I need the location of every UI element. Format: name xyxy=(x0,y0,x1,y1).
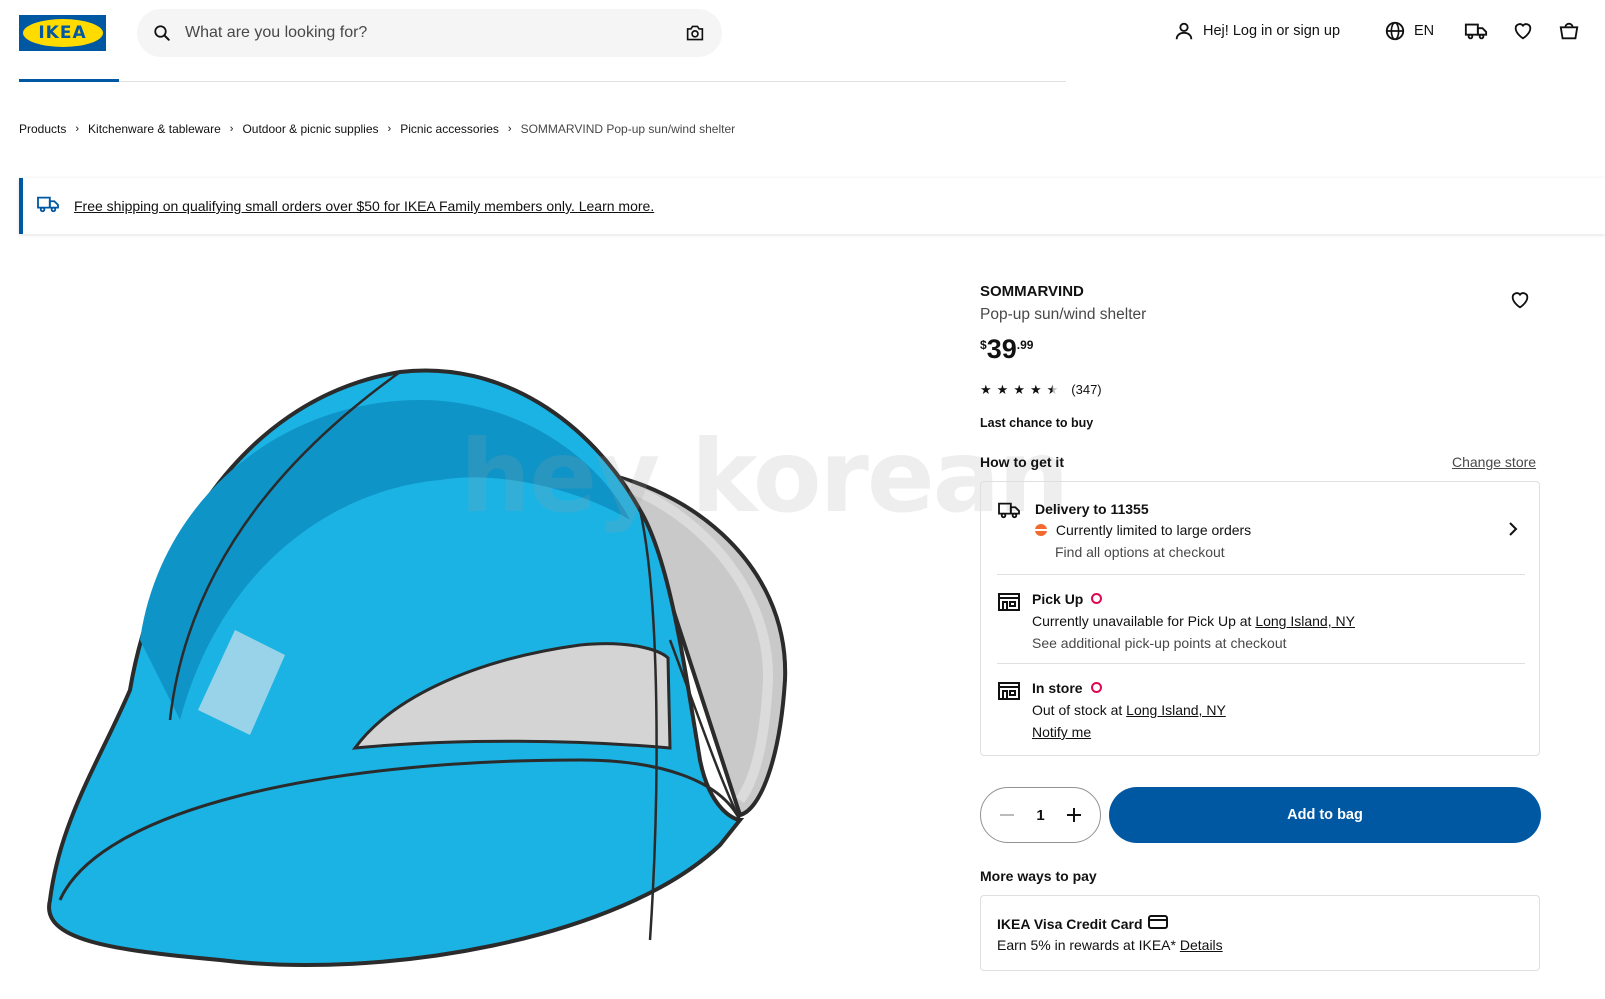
decrease-quantity-button[interactable] xyxy=(999,807,1015,823)
availability-box: Delivery to 11355 Currently limited to l… xyxy=(980,481,1540,756)
add-to-favourites-button[interactable] xyxy=(1509,289,1533,313)
heart-icon xyxy=(1509,292,1531,315)
instore-option: In store Out of stock at Long Island, NY… xyxy=(997,664,1525,756)
star-icon: ★ xyxy=(996,382,1009,397)
more-ways-to-pay-title: More ways to pay xyxy=(980,868,1097,884)
unavailable-icon xyxy=(1090,682,1102,693)
instore-status: Out of stock at Long Island, NY xyxy=(1032,702,1226,718)
chevron-right-icon xyxy=(1507,522,1519,541)
truck-icon xyxy=(36,194,60,219)
camera-icon[interactable] xyxy=(684,22,706,44)
delivery-status-text: Currently limited to large orders xyxy=(1055,522,1252,538)
login-label: Hej! Log in or sign up xyxy=(1203,23,1341,39)
chevron-right-icon: › xyxy=(507,123,512,135)
login-link[interactable]: Hej! Log in or sign up xyxy=(1173,20,1340,42)
delivery-status: Currently limited to large orders xyxy=(1035,522,1251,538)
breadcrumb-current: SOMMARVIND Pop-up sun/wind shelter xyxy=(520,122,736,136)
chevron-right-icon: › xyxy=(229,123,234,135)
user-icon xyxy=(1173,20,1195,42)
search-icon[interactable] xyxy=(153,23,173,43)
how-to-get-it-title: How to get it xyxy=(980,454,1064,470)
heart-icon xyxy=(1512,20,1534,42)
pickup-status: Currently unavailable for Pick Up at Lon… xyxy=(1032,613,1355,629)
stock-status: Last chance to buy xyxy=(980,416,1094,430)
visa-card-title: IKEA Visa Credit Card xyxy=(997,915,1168,932)
logo-oval: IKEA xyxy=(22,19,103,47)
breadcrumb-picnic[interactable]: Picnic accessories xyxy=(400,122,499,136)
shipping-banner: Free shipping on qualifying small orders… xyxy=(19,178,1605,234)
site-header: IKEA Hej! Log in or sign up EN xyxy=(0,0,1605,82)
instore-title: In store xyxy=(1032,680,1102,696)
pickup-title: Pick Up xyxy=(1032,591,1103,607)
shopping-bag-button[interactable] xyxy=(1558,20,1580,42)
change-store-link[interactable]: Change store xyxy=(1452,454,1536,470)
language-selector[interactable]: EN xyxy=(1384,20,1434,42)
visa-card-title-text: IKEA Visa Credit Card xyxy=(997,915,1143,932)
breadcrumb-outdoor[interactable]: Outdoor & picnic supplies xyxy=(242,122,378,136)
language-label: EN xyxy=(1414,23,1435,39)
unavailable-icon xyxy=(1091,593,1103,604)
truck-icon xyxy=(997,500,1021,525)
price-currency: $ xyxy=(980,338,987,352)
delivery-button[interactable] xyxy=(1464,20,1488,42)
star-icon: ★ xyxy=(1013,382,1025,397)
visa-card-line: Earn 5% in rewards at IKEA* Details xyxy=(997,937,1223,953)
visa-card-box: IKEA Visa Credit Card Earn 5% in rewards… xyxy=(980,895,1540,971)
breadcrumb: Products › Kitchenware & tableware › Out… xyxy=(19,122,735,136)
instore-status-prefix: Out of stock at xyxy=(1032,702,1127,718)
price-decimal: .99 xyxy=(1016,338,1034,352)
chevron-right-icon: › xyxy=(75,123,80,135)
visa-details-link[interactable]: Details xyxy=(1180,937,1223,953)
quantity-stepper: 1 xyxy=(980,787,1101,843)
globe-icon xyxy=(1384,20,1406,42)
bag-icon xyxy=(1558,20,1580,42)
favourites-button[interactable] xyxy=(1512,20,1534,42)
credit-card-icon xyxy=(1143,915,1168,932)
pickup-title-text: Pick Up xyxy=(1032,591,1084,607)
store-icon xyxy=(997,681,1021,706)
search-bar[interactable] xyxy=(137,9,722,57)
quantity-value[interactable]: 1 xyxy=(1036,807,1044,824)
instore-store-link[interactable]: Long Island, NY xyxy=(1126,702,1226,718)
delivery-title: Delivery to 11355 xyxy=(1035,501,1149,517)
delivery-option[interactable]: Delivery to 11355 Currently limited to l… xyxy=(997,498,1525,575)
visa-card-line-text: Earn 5% in rewards at IKEA* xyxy=(997,937,1180,953)
nav-divider xyxy=(19,81,1066,82)
pickup-status-prefix: Currently unavailable for Pick Up at xyxy=(1032,613,1256,629)
product-price: $ 39 .99 xyxy=(980,334,1033,364)
shipping-banner-link[interactable]: Free shipping on qualifying small orders… xyxy=(74,198,654,214)
star-icon: ★ xyxy=(1029,382,1042,397)
review-count: (347) xyxy=(1071,382,1102,397)
truck-icon xyxy=(1464,20,1488,42)
chevron-right-icon: › xyxy=(387,123,392,135)
nav-active-indicator xyxy=(19,79,119,82)
pickup-option: Pick Up Currently unavailable for Pick U… xyxy=(997,575,1525,664)
breadcrumb-kitchenware[interactable]: Kitchenware & tableware xyxy=(88,122,221,136)
notify-me-link[interactable]: Notify me xyxy=(1032,724,1091,740)
add-to-bag-button[interactable]: Add to bag xyxy=(1109,787,1541,843)
ikea-logo[interactable]: IKEA xyxy=(19,15,106,51)
increase-quantity-button[interactable] xyxy=(1066,807,1082,823)
product-description: Pop-up sun/wind shelter xyxy=(980,306,1147,323)
instore-title-text: In store xyxy=(1032,680,1083,696)
half-star-icon: ★ xyxy=(1046,382,1059,397)
logo-text: IKEA xyxy=(38,23,87,43)
store-icon xyxy=(997,592,1021,617)
breadcrumb-products[interactable]: Products xyxy=(19,122,66,136)
pickup-store-link[interactable]: Long Island, NY xyxy=(1255,613,1355,629)
star-icon: ★ xyxy=(980,382,992,397)
delivery-sub: Find all options at checkout xyxy=(1055,544,1225,560)
pickup-sub: See additional pick-up points at checkou… xyxy=(1032,635,1287,651)
product-name: SOMMARVIND xyxy=(980,283,1084,300)
watermark: hey korean xyxy=(460,418,1069,535)
search-input[interactable] xyxy=(185,24,684,42)
price-integer: 39 xyxy=(986,334,1017,364)
warning-icon xyxy=(1035,524,1047,536)
product-rating[interactable]: ★ ★ ★ ★ ★ (347) xyxy=(980,382,1102,397)
rating-stars: ★ ★ ★ ★ ★ xyxy=(980,383,1063,396)
